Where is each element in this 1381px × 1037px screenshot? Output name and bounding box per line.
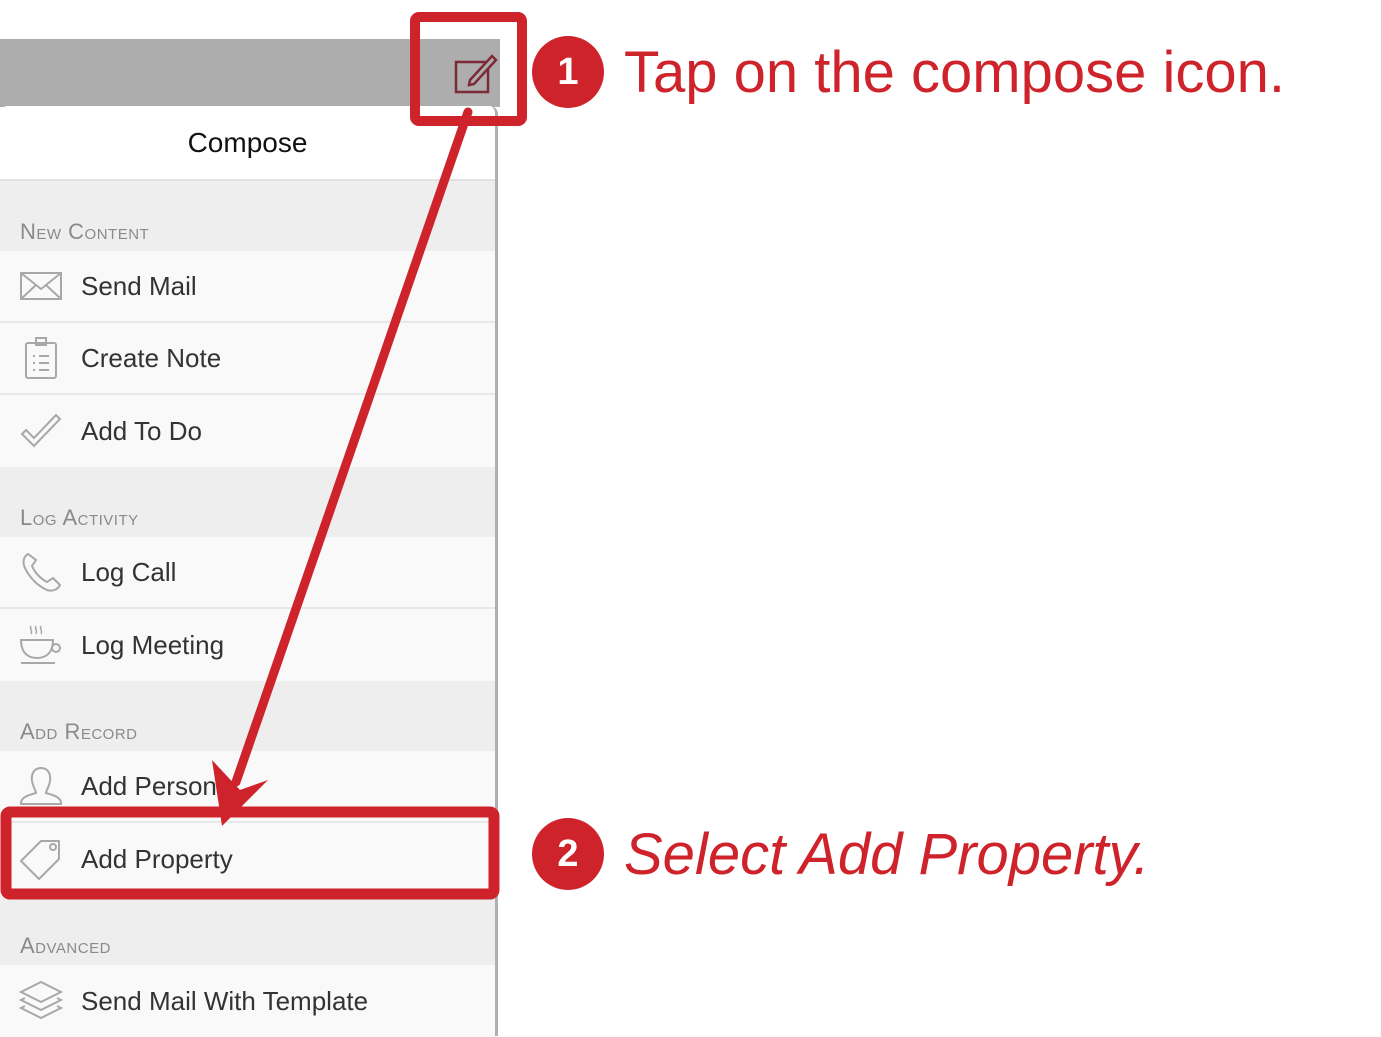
compose-panel: Compose New Content Send Mail Create Not… [0,106,498,1037]
menu-item-add-person[interactable]: Add Person [0,751,495,823]
top-toolbar [0,39,500,107]
compose-button[interactable] [448,48,498,98]
clipboard-icon [19,336,63,380]
menu-item-label: Add To Do [81,415,202,446]
menu-item-label: Send Mail [81,270,197,301]
annotation-step-1: 1 Tap on the compose icon. [532,36,1285,108]
menu-item-label: Log Meeting [81,629,225,660]
menu-item-add-to-do[interactable]: Add To Do [0,395,495,467]
panel-title: Compose [0,106,495,181]
annotation-step-2: 2 Select Add Property. [532,818,1149,890]
step-text: Select Add Property. [624,821,1150,887]
menu-item-label: Add Property [81,843,233,874]
section-header-advanced: Advanced [0,895,495,965]
menu-item-send-mail-with-template[interactable]: Send Mail With Template [0,965,495,1037]
section-header-new-content: New Content [0,181,495,251]
section-header-log-activity: Log Activity [0,467,495,537]
menu-item-label: Add Person [81,770,217,801]
tag-icon [19,837,63,881]
person-icon [19,764,63,808]
menu-item-label: Log Call [81,556,177,587]
section-header-add-record: Add Record [0,681,495,751]
menu-item-create-note[interactable]: Create Note [0,323,495,395]
compose-icon [454,54,498,94]
step-badge: 2 [532,818,604,890]
step-badge: 1 [532,36,604,108]
menu-item-send-mail[interactable]: Send Mail [0,251,495,323]
envelope-icon [19,264,63,308]
menu-item-log-call[interactable]: Log Call [0,537,495,609]
menu-item-add-property[interactable]: Add Property [0,823,495,895]
step-text: Tap on the compose icon. [624,39,1285,105]
menu-item-log-meeting[interactable]: Log Meeting [0,609,495,681]
phone-icon [19,550,63,594]
layers-icon [19,979,63,1023]
coffee-cup-icon [19,623,63,667]
menu-item-label: Create Note [81,342,222,373]
checkmark-icon [19,409,63,453]
menu-item-label: Send Mail With Template [81,985,369,1016]
